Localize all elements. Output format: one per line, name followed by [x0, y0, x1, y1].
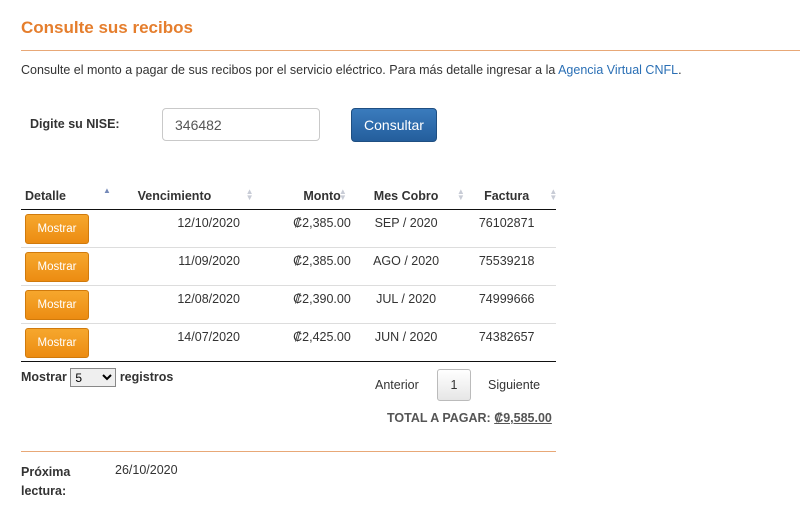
column-header-label: Monto	[303, 189, 341, 203]
next-reading-value: 26/10/2020	[115, 463, 178, 477]
column-header-label: Vencimiento	[137, 189, 212, 203]
cell-monto: ₡2,425.00	[243, 323, 355, 362]
section-divider	[21, 451, 556, 452]
nise-input[interactable]	[162, 108, 320, 141]
column-header-detalle[interactable]: Detalle ▲	[21, 183, 111, 210]
sort-both-icon: ▲ ▼	[338, 187, 347, 202]
sort-both-icon: ▲ ▼	[549, 187, 558, 202]
cell-mes-cobro: AGO / 2020	[354, 247, 458, 286]
cell-factura: 75539218	[457, 247, 556, 286]
total-to-pay: TOTAL A PAGAR: ₡9,585.00	[387, 411, 552, 425]
mostrar-button[interactable]: Mostrar	[25, 252, 89, 282]
nise-label: Digite su NISE:	[30, 117, 120, 131]
column-header-mes-cobro[interactable]: Mes Cobro ▲ ▼	[354, 183, 465, 210]
cell-vencimiento: 14/07/2020	[105, 323, 244, 362]
description-text: Consulte el monto a pagar de sus recibos…	[21, 63, 559, 77]
cell-mes-cobro: JUN / 2020	[354, 323, 458, 362]
pager-previous[interactable]: Anterior	[375, 378, 419, 392]
pager-next[interactable]: Siguiente	[488, 378, 540, 392]
cell-factura: 76102871	[478, 216, 535, 230]
agencia-virtual-link[interactable]: Agencia Virtual CNFL	[558, 63, 678, 77]
consultar-button[interactable]: Consultar	[351, 108, 437, 142]
column-header-factura[interactable]: Factura ▲ ▼	[457, 183, 558, 210]
cell-factura: 74999666	[457, 285, 556, 324]
total-amount: ₡9,585.00	[494, 411, 552, 425]
page-length-control: Mostrar 5 registros	[21, 368, 173, 387]
receipts-table: Detalle ▲ Vencimiento ▲ ▼ Monto ▲ ▼ Mes Co…	[21, 183, 558, 362]
pager-page-1[interactable]: 1	[437, 369, 471, 401]
cell-factura: 74382657	[457, 323, 556, 362]
page-description: Consulte el monto a pagar de sus recibos…	[21, 63, 682, 77]
column-header-label: Mes Cobro	[373, 189, 439, 203]
mostrar-button[interactable]: Mostrar	[25, 328, 89, 358]
cell-monto: ₡2,385.00	[243, 247, 355, 286]
cell-mes-cobro: JUL / 2020	[354, 285, 458, 324]
cell-monto: ₡2,385.00	[293, 216, 351, 230]
mostrar-button[interactable]: Mostrar	[25, 214, 89, 244]
table-row: Mostrar 12/08/2020 ₡2,390.00 JUL / 2020 …	[21, 285, 556, 324]
page-title: Consulte sus recibos	[21, 18, 193, 37]
page-length-suffix: registros	[119, 369, 174, 384]
table-row: Mostrar 12/10/2020 ₡2,385.00 SEP / 2020 …	[21, 210, 556, 248]
column-header-label: Factura	[484, 189, 530, 203]
cell-monto: ₡2,390.00	[243, 285, 355, 324]
description-end: .	[678, 63, 682, 77]
cell-vencimiento: 12/10/2020	[177, 216, 240, 230]
table-header-row: Detalle ▲ Vencimiento ▲ ▼ Monto ▲ ▼ Mes Co…	[21, 183, 558, 210]
column-header-vencimiento[interactable]: Vencimiento ▲ ▼	[105, 183, 254, 210]
column-header-label: Detalle	[25, 189, 66, 203]
page-length-prefix: Mostrar	[21, 369, 67, 384]
page-length-select[interactable]: 5	[70, 368, 117, 387]
column-header-monto[interactable]: Monto ▲ ▼	[243, 183, 355, 210]
title-divider	[21, 50, 800, 51]
total-label: TOTAL A PAGAR:	[387, 411, 491, 425]
table-row: Mostrar 11/09/2020 ₡2,385.00 AGO / 2020 …	[21, 247, 556, 286]
mostrar-button[interactable]: Mostrar	[25, 290, 89, 320]
cell-vencimiento: 12/08/2020	[105, 285, 244, 324]
next-reading-label: Próxima lectura:	[21, 465, 71, 498]
cell-mes-cobro: SEP / 2020	[374, 216, 438, 230]
table-row: Mostrar 14/07/2020 ₡2,425.00 JUN / 2020 …	[21, 323, 556, 362]
cell-vencimiento: 11/09/2020	[105, 247, 244, 286]
